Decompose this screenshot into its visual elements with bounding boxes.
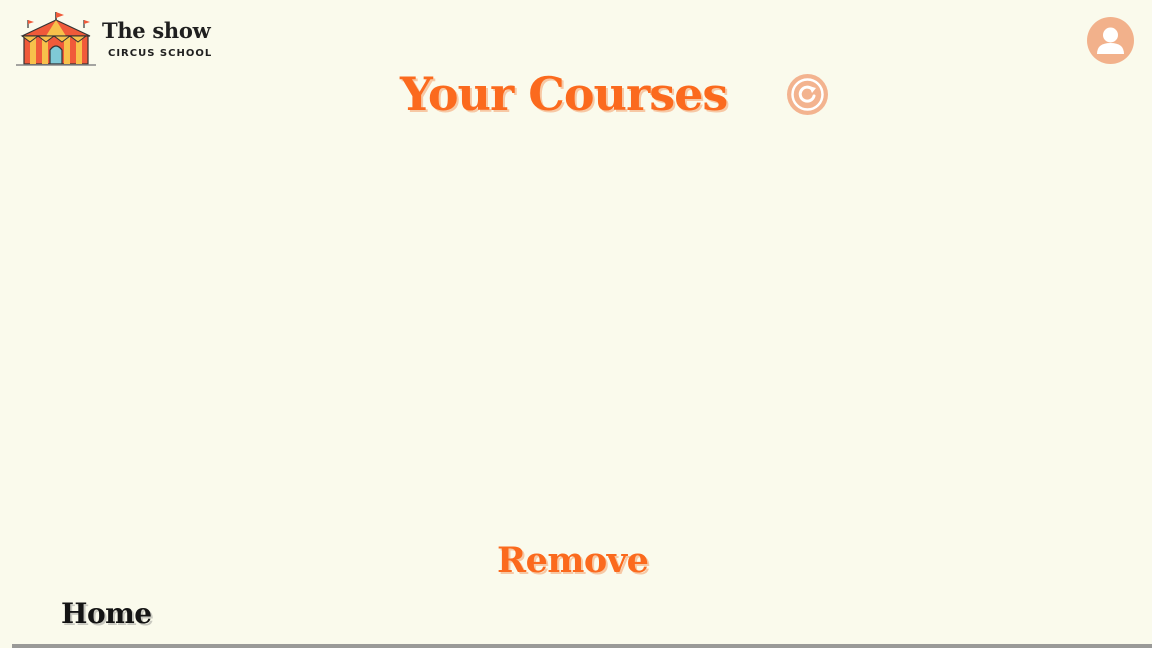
home-link[interactable]: Home [61, 595, 152, 633]
brand-title: The show [102, 18, 211, 43]
refresh-icon [787, 74, 828, 115]
page-title: Your Courses [400, 67, 728, 121]
bottom-divider [12, 644, 1152, 648]
user-avatar-icon [1087, 17, 1134, 64]
circus-tent-icon [14, 10, 98, 74]
user-avatar-button[interactable] [1087, 17, 1134, 64]
remove-button[interactable]: Remove [497, 538, 649, 584]
brand-logo[interactable]: The show CIRCUS SCHOOL [14, 10, 212, 74]
refresh-button[interactable] [787, 74, 828, 115]
brand-subtitle: CIRCUS SCHOOL [108, 48, 213, 59]
